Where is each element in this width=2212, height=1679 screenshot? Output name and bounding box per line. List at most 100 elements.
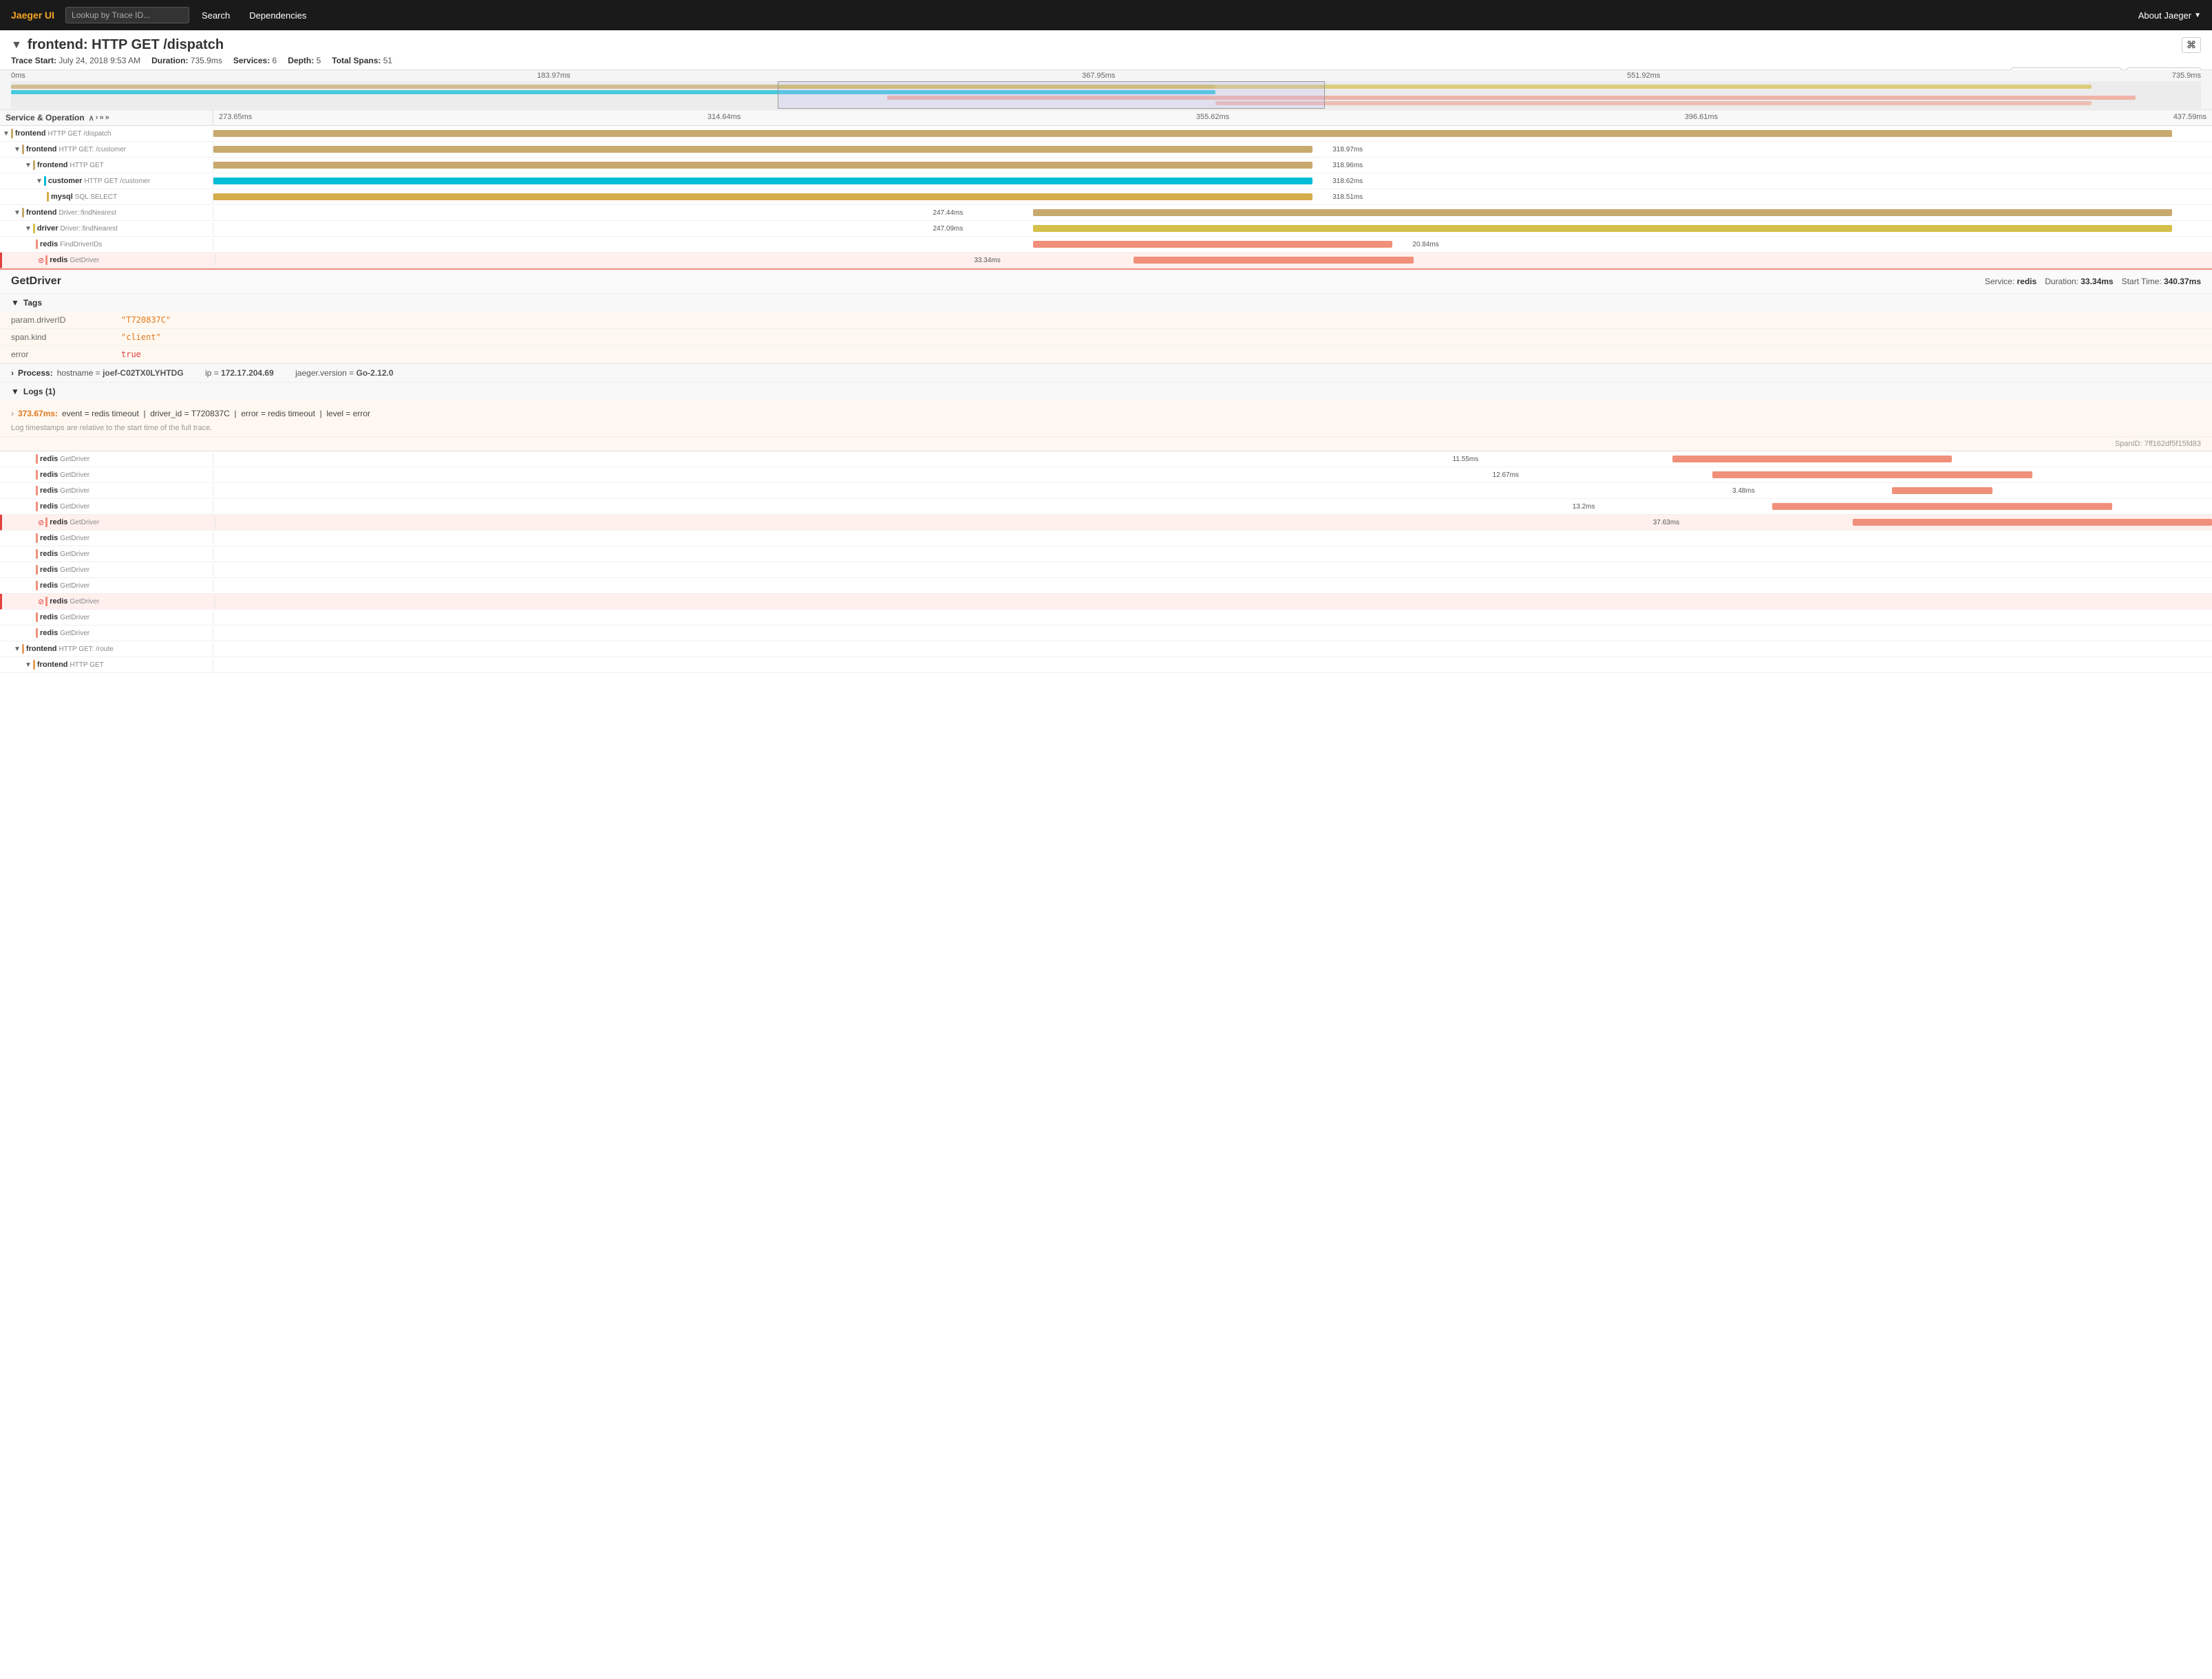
span-row[interactable]: redis GetDriver: [0, 578, 2212, 594]
span-row[interactable]: redis GetDriver: [0, 610, 2212, 625]
detail-header: GetDriver Service: redis Duration: 33.34…: [0, 270, 2212, 294]
span-label: redis GetDriver: [0, 469, 213, 481]
span-row[interactable]: redis GetDriver: [0, 562, 2212, 578]
span-timeline: [213, 625, 2212, 641]
duration-label: 247.44ms: [933, 209, 963, 217]
service-bar: [36, 533, 38, 543]
sort-icons: ∧ › » »: [89, 114, 109, 122]
service-bar: [45, 517, 47, 527]
span-row[interactable]: ▼ driver Driver::findNearest 247.09ms: [0, 221, 2212, 237]
tag-value-error: true: [110, 346, 2212, 363]
collapse-icon[interactable]: ▼: [11, 39, 22, 52]
span-label: redis GetDriver: [0, 453, 213, 465]
span-timeline: 13.2ms: [213, 499, 2212, 514]
span-timeline: [213, 546, 2212, 562]
timeline-header: Service & Operation ∧ › » » 273.65ms 314…: [0, 110, 2212, 126]
span-row[interactable]: ▼ frontend Driver::findNearest 247.44ms: [0, 205, 2212, 221]
brand-logo: Jaeger UI: [11, 10, 54, 21]
service-bar: [36, 565, 38, 575]
service-bar: [11, 129, 13, 138]
expand-icon[interactable]: ▼: [3, 130, 10, 138]
span-timeline: 33.34ms: [215, 253, 2212, 268]
span-row[interactable]: ▼ frontend HTTP GET: /route: [0, 641, 2212, 657]
tag-row: param.driverID "T720837C": [0, 312, 2212, 329]
span-row[interactable]: redis GetDriver 11.55ms: [0, 451, 2212, 467]
minimap-labels: 0ms 183.97ms 367.95ms 551.92ms 735.9ms: [0, 70, 2212, 81]
expand-icon[interactable]: ▼: [25, 162, 32, 169]
tag-key: param.driverID: [0, 312, 110, 329]
logs-section: ▼ Logs (1) › 373.67ms: event = redis tim…: [0, 383, 2212, 437]
sort-expand-icon[interactable]: »: [99, 114, 103, 122]
service-bar: [45, 597, 47, 606]
span-row[interactable]: redis FindDriverIDs 20.84ms: [0, 237, 2212, 253]
span-bar: [1853, 519, 2212, 526]
span-row[interactable]: ▼ frontend HTTP GET 318.96ms: [0, 158, 2212, 173]
span-bar: [213, 193, 1312, 200]
span-row[interactable]: ▼ customer HTTP GET /customer 318.62ms: [0, 173, 2212, 189]
dependencies-button[interactable]: Dependencies: [242, 8, 313, 23]
sort-collapse-icon[interactable]: »: [105, 114, 109, 122]
expand-icon[interactable]: ▼: [14, 146, 21, 153]
sort-desc-icon[interactable]: ›: [96, 114, 98, 122]
about-jaeger-button[interactable]: About Jaeger: [2138, 10, 2191, 21]
logs-content: › 373.67ms: event = redis timeout | driv…: [0, 400, 2212, 424]
tags-label: Tags: [23, 298, 42, 308]
logs-section-header[interactable]: ▼ Logs (1): [0, 383, 2212, 400]
process-section-header[interactable]: › Process: hostname = joef-C02TX0LYHTDG …: [0, 364, 2212, 382]
span-row[interactable]: redis GetDriver 12.67ms: [0, 467, 2212, 483]
span-row[interactable]: ▼ frontend HTTP GET /dispatch: [0, 126, 2212, 142]
tags-collapse-icon: ▼: [11, 298, 19, 308]
span-row[interactable]: redis GetDriver 13.2ms: [0, 499, 2212, 515]
span-row[interactable]: redis GetDriver: [0, 546, 2212, 562]
minimap-label-1: 183.97ms: [537, 72, 570, 80]
expand-icon[interactable]: ▼: [14, 209, 21, 217]
span-row[interactable]: redis GetDriver: [0, 531, 2212, 546]
minimap-label-4: 735.9ms: [2172, 72, 2201, 80]
span-label: ▼ frontend HTTP GET: [0, 159, 213, 171]
span-row[interactable]: ⊘ redis GetDriver 33.34ms: [0, 253, 2212, 268]
span-row[interactable]: redis GetDriver 3.48ms: [0, 483, 2212, 499]
ts-3: 396.61ms: [1685, 113, 1718, 122]
logs-label: Logs (1): [23, 387, 56, 396]
span-label: redis GetDriver: [0, 532, 213, 544]
expand-icon[interactable]: ▼: [25, 225, 32, 233]
span-bar: [1033, 209, 2172, 216]
duration-label: 318.97ms: [1332, 146, 1363, 153]
span-label: ▼ driver Driver::findNearest: [0, 222, 213, 235]
trace-id-input[interactable]: [65, 7, 189, 23]
tags-section-header[interactable]: ▼ Tags: [0, 294, 2212, 312]
span-row[interactable]: ⊘ redis GetDriver 37.63ms: [0, 515, 2212, 531]
expand-icon[interactable]: ▼: [14, 645, 21, 653]
span-label: redis FindDriverIDs: [0, 238, 213, 250]
log-hint: Log timestamps are relative to the start…: [0, 424, 2212, 436]
span-timeline: [213, 562, 2212, 577]
span-bar: [213, 178, 1312, 184]
sort-asc-icon[interactable]: ∧: [89, 114, 94, 122]
span-label: redis GetDriver: [0, 484, 213, 497]
span-label: ▼ frontend HTTP GET: /customer: [0, 143, 213, 156]
service-bar: [33, 660, 35, 670]
minimap-canvas[interactable]: [11, 81, 2201, 109]
detail-panel: GetDriver Service: redis Duration: 33.34…: [0, 268, 2212, 451]
span-row[interactable]: ⊘ redis GetDriver: [0, 594, 2212, 610]
span-row[interactable]: redis GetDriver: [0, 625, 2212, 641]
tag-key: error: [0, 346, 110, 363]
expand-icon[interactable]: ▼: [25, 661, 32, 669]
log-entry[interactable]: › 373.67ms: event = redis timeout | driv…: [11, 406, 2201, 421]
detail-title: GetDriver: [11, 275, 61, 288]
tag-value: "T720837C": [110, 312, 2212, 329]
span-row[interactable]: ▼ frontend HTTP GET: /customer 318.97ms: [0, 142, 2212, 158]
col-timeline-header: 273.65ms 314.64ms 355.62ms 396.61ms 437.…: [213, 110, 2212, 125]
span-label: ▼ frontend HTTP GET /dispatch: [0, 127, 213, 140]
expand-icon[interactable]: ▼: [36, 178, 43, 185]
span-timeline: [213, 531, 2212, 546]
span-bar: [213, 130, 2172, 137]
trace-start-label: Trace Start: July 24, 2018 9:53 AM: [11, 56, 140, 65]
duration-label: 13.2ms: [1573, 503, 1595, 511]
span-bar: [1033, 241, 1393, 248]
logs-collapse-icon: ▼: [11, 387, 19, 396]
minimap-section: 0ms 183.97ms 367.95ms 551.92ms 735.9ms: [0, 70, 2212, 110]
span-row[interactable]: mysql SQL SELECT 318.51ms: [0, 189, 2212, 205]
search-button[interactable]: Search: [195, 8, 237, 23]
span-row[interactable]: ▼ frontend HTTP GET: [0, 657, 2212, 673]
